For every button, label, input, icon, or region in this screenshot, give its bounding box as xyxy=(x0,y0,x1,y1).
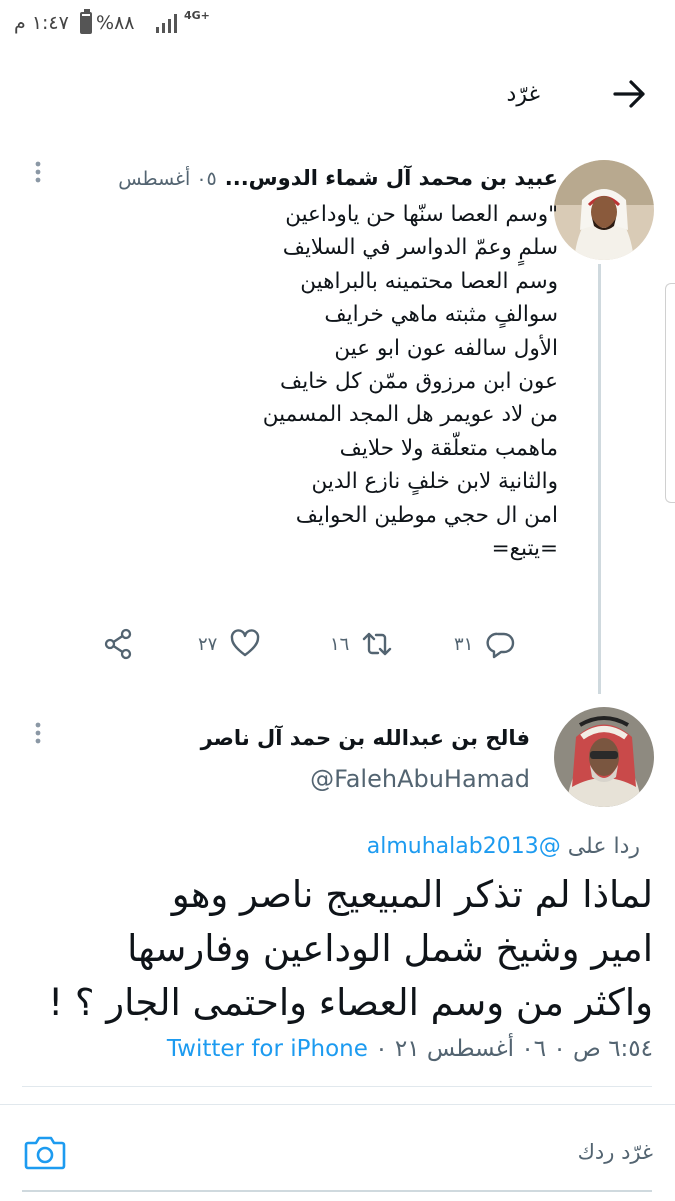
tweet-meta: ٦:٥٤ ص ٠ ٠٦ أغسطس ٢١ ٠ Twitter for iPhon… xyxy=(167,1036,653,1062)
like-button[interactable]: ٢٧ xyxy=(198,626,261,662)
thread-line xyxy=(598,264,601,694)
tweet-line: وسم العصا محتمينه بالبراهين xyxy=(300,268,558,294)
tweet-source-link[interactable]: Twitter for iPhone xyxy=(167,1036,368,1062)
tweet-line: "وسم العصا سنّها حن ياوداعين xyxy=(285,202,558,227)
retweet-button[interactable]: ١٦ xyxy=(330,626,393,662)
tweet-header: عبيد بن محمد آل شماء الدوس... ٠٥ أغسطس xyxy=(38,166,558,190)
more-options-icon[interactable] xyxy=(28,160,48,184)
more-options-icon[interactable] xyxy=(28,721,48,745)
reply-composer[interactable] xyxy=(0,1104,675,1201)
author-name[interactable]: فالح بن عبدالله بن حمد آل ناصر xyxy=(201,726,530,750)
tweet-text: لماذا لم تذكر المبيعيج ناصر وهو امير وشيخ… xyxy=(13,868,653,1030)
battery-icon xyxy=(80,9,92,34)
back-arrow-icon[interactable] xyxy=(605,70,653,118)
reply-context: ردا على @almuhalab2013 xyxy=(367,834,640,859)
composer-underline xyxy=(22,1190,652,1192)
tweet-line: سوالفٍ مثبته ماهي خرايف xyxy=(324,302,558,328)
battery-percent: %٨٨ xyxy=(96,12,135,34)
status-bar: ١:٤٧ م %٨٨ 4G+ xyxy=(0,0,675,48)
author-name[interactable]: عبيد بن محمد آل شماء الدوس... xyxy=(225,166,558,190)
retweet-icon xyxy=(363,632,392,656)
share-icon[interactable] xyxy=(102,627,134,661)
tweet-date: ٠٥ أغسطس xyxy=(118,168,217,190)
tweet-line: الأول سالفه عون ابو عين xyxy=(334,335,558,361)
tweet-line: واكثر من وسم العصاء واحتمى الجار ؟ ! xyxy=(48,981,653,1024)
network-type: 4G+ xyxy=(184,9,210,22)
reply-icon xyxy=(486,632,515,659)
author-handle[interactable]: @FalehAbuHamad xyxy=(310,765,530,793)
tweet-line: عون ابن مرزوق ممّن كل خايف xyxy=(280,369,558,395)
like-count: ٢٧ xyxy=(198,633,218,655)
tweet-timestamp: ٦:٥٤ ص ٠ ٠٦ أغسطس ٢١ ٠ xyxy=(375,1036,653,1062)
tweet-line: من لاد عويمر هل المجد المسمين xyxy=(262,402,558,428)
reply-mention-link[interactable]: @almuhalab2013 xyxy=(367,834,561,859)
camera-icon[interactable] xyxy=(24,1133,66,1171)
tweet-line: =يتبع= xyxy=(491,536,558,562)
scroll-handle[interactable] xyxy=(665,283,675,503)
reply-prefix: ردا على xyxy=(567,834,640,859)
signal-icon xyxy=(156,14,177,33)
reply-count: ٣١ xyxy=(454,633,474,655)
tweet-line: سلمٍ وعمّ الدواسر في السلايف xyxy=(282,235,558,261)
tweet-line: امير وشيخ شمل الوداعين وفارسها xyxy=(127,927,653,970)
tweet-line: لماذا لم تذكر المبيعيج ناصر وهو xyxy=(171,873,653,916)
tweet-line: ماهمب متعلّقة ولا حلايف xyxy=(339,435,558,461)
avatar[interactable] xyxy=(554,160,654,260)
tweet-line: والثانية لابن خلفٍ نازع الدين xyxy=(311,469,558,495)
divider xyxy=(22,1086,652,1087)
tweet-line: امن ال حجي موطين الحوايف xyxy=(295,502,558,528)
reply-input[interactable]: غرّد ردك xyxy=(578,1140,653,1164)
status-time: ١:٤٧ م xyxy=(14,12,69,34)
tweet-text: "وسم العصا سنّها حن ياوداعين سلمٍ وعمّ ال… xyxy=(88,198,558,565)
page-title: غرّد xyxy=(506,82,540,107)
heart-icon xyxy=(231,629,260,657)
retweet-count: ١٦ xyxy=(330,633,350,655)
avatar[interactable] xyxy=(554,707,654,807)
reply-button[interactable]: ٣١ xyxy=(454,626,517,662)
